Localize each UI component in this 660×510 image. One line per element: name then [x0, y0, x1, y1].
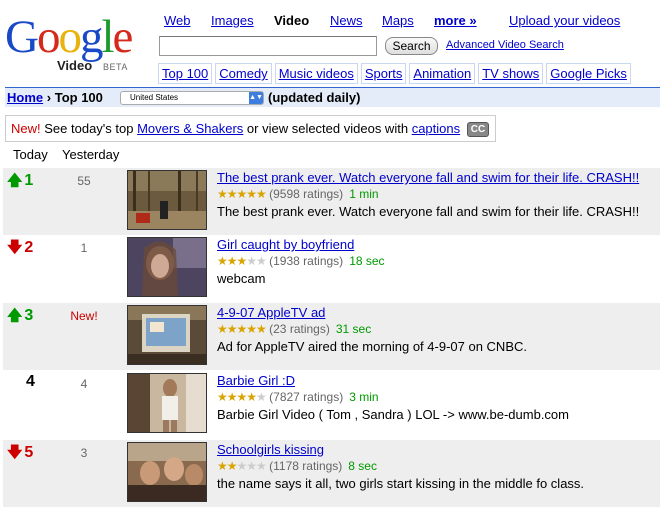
video-info: The best prank ever. Watch everyone fall… — [217, 170, 657, 219]
rating-stars-icon: ★★★★★ — [217, 322, 267, 336]
nav-images[interactable]: Images — [211, 13, 254, 28]
video-duration: 18 sec — [349, 254, 385, 268]
nav-web[interactable]: Web — [164, 13, 191, 28]
ratings-count: (7827 ratings) — [269, 390, 344, 404]
video-thumbnail[interactable] — [127, 305, 207, 365]
rank-yesterday: 3 — [80, 446, 88, 460]
tab-animation[interactable]: Animation — [409, 63, 476, 84]
video-title-link[interactable]: Schoolgirls kissing — [217, 442, 657, 459]
breadcrumb-home[interactable]: Home — [7, 90, 43, 105]
video-info: Girl caught by boyfriend ★★★★★ (1938 rat… — [217, 237, 657, 286]
chevron-updown-icon: ▲▼ — [249, 92, 263, 104]
video-description: Barbie Girl Video ( Tom , Sandra ) LOL -… — [217, 407, 569, 422]
video-row: 🡇 5 3 Schoolgirls kissing ★★★★★ (1178 rat… — [3, 440, 660, 507]
rank-today: 🡇 2 — [7, 239, 34, 256]
video-description: the name says it all, two girls start ki… — [217, 476, 585, 491]
nav-news[interactable]: News — [330, 13, 363, 28]
ratings-count: (1938 ratings) — [269, 254, 344, 268]
breadcrumb-separator: › — [46, 90, 52, 105]
google-video-logo[interactable]: Google Video BETA — [5, 14, 155, 80]
movers-shakers-link[interactable]: Movers & Shakers — [137, 121, 243, 136]
rating-stars-icon: ★★★★★ — [217, 187, 267, 201]
rank-today: 4 — [26, 373, 35, 390]
video-description: The best prank ever. Watch everyone fall… — [217, 204, 640, 219]
video-title-link[interactable]: Barbie Girl :D — [217, 373, 657, 390]
tab-tv-shows[interactable]: TV shows — [478, 63, 544, 84]
nav-more[interactable]: more » — [434, 13, 477, 28]
video-thumbnail[interactable] — [127, 373, 207, 433]
video-thumbnail[interactable] — [127, 237, 207, 297]
nav-maps[interactable]: Maps — [382, 13, 414, 28]
video-row: 🡇 2 1 Girl caught by boyfriend ★★★★★ (193… — [3, 235, 660, 302]
video-description: webcam — [217, 271, 266, 286]
video-title-link[interactable]: Girl caught by boyfriend — [217, 237, 657, 254]
movers-notice: New! See today's top Movers & Shakers or… — [5, 115, 496, 142]
new-label: New! — [11, 121, 41, 136]
tab-sports[interactable]: Sports — [360, 63, 407, 84]
video-duration: 1 min — [349, 187, 379, 201]
arrow-down-icon: 🡇 — [7, 444, 23, 461]
rank-today: 🡅 1 — [7, 172, 34, 189]
video-meta: ★★★★★ (7827 ratings) 3 min — [217, 390, 657, 406]
tab-music-videos[interactable]: Music videos — [274, 63, 358, 84]
rank-yesterday: New! — [70, 309, 98, 323]
ratings-count: (9598 ratings) — [269, 187, 344, 201]
advanced-search-link[interactable]: Advanced Video Search — [446, 39, 564, 51]
rank-today: 🡇 5 — [7, 444, 34, 461]
logo-video-label: Video — [57, 58, 93, 73]
video-row: 🡅 3 New! 4-9-07 AppleTV ad ★★★★★ (23 rati… — [3, 303, 660, 370]
video-duration: 8 sec — [348, 459, 377, 473]
category-tabs: Top 100 Comedy Music videos Sports Anima… — [158, 63, 634, 84]
arrow-up-icon: 🡅 — [7, 172, 23, 189]
video-row: 🡅 1 55 The best prank ever. Watch everyon… — [3, 168, 660, 235]
video-title-link[interactable]: The best prank ever. Watch everyone fall… — [217, 170, 657, 187]
region-select[interactable]: United States ▲▼ — [120, 91, 264, 105]
arrow-up-icon: 🡅 — [7, 307, 23, 324]
notice-text-1: See today's top — [44, 121, 134, 136]
ratings-count: (23 ratings) — [269, 322, 330, 336]
google-wordmark: Google — [5, 11, 133, 63]
notice-text-2: or view selected videos with — [246, 121, 409, 136]
tab-google-picks[interactable]: Google Picks — [546, 63, 631, 84]
rating-stars-icon: ★★★★★ — [217, 459, 267, 473]
arrow-down-icon: 🡇 — [7, 239, 23, 256]
video-info: 4-9-07 AppleTV ad ★★★★★ (23 ratings) 31 s… — [217, 305, 657, 354]
rank-yesterday: 4 — [80, 377, 88, 391]
video-thumbnail[interactable] — [127, 442, 207, 502]
rating-stars-icon: ★★★★★ — [217, 390, 267, 404]
video-description: Ad for AppleTV aired the morning of 4-9-… — [217, 339, 527, 354]
rank-yesterday: 55 — [77, 174, 91, 188]
video-thumbnail[interactable] — [127, 170, 207, 230]
video-duration: 31 sec — [335, 322, 372, 336]
search-input[interactable] — [159, 36, 377, 56]
video-meta: ★★★★★ (1178 ratings) 8 sec — [217, 459, 657, 475]
rank-today: 🡅 3 — [7, 307, 34, 324]
tab-top-100[interactable]: Top 100 — [158, 63, 213, 84]
rating-stars-icon: ★★★★★ — [217, 254, 267, 268]
video-row: 4 4 Barbie Girl :D ★★★★★ (7827 ratings) 3… — [3, 371, 660, 438]
search-button[interactable]: Search — [385, 37, 438, 55]
upload-videos-link[interactable]: Upload your videos — [509, 13, 620, 28]
column-today: Today — [13, 147, 48, 162]
video-info: Schoolgirls kissing ★★★★★ (1178 ratings)… — [217, 442, 657, 491]
video-meta: ★★★★★ (1938 ratings) 18 sec — [217, 254, 657, 270]
updated-daily-label: (updated daily) — [268, 90, 361, 105]
breadcrumb: Home › Top 100 United States ▲▼ (updated… — [5, 87, 660, 107]
video-meta: ★★★★★ (23 ratings) 31 sec — [217, 322, 657, 338]
region-select-value: United States — [130, 93, 179, 102]
video-title-link[interactable]: 4-9-07 AppleTV ad — [217, 305, 657, 322]
column-yesterday: Yesterday — [62, 147, 120, 162]
rank-yesterday: 1 — [80, 241, 88, 255]
video-info: Barbie Girl :D ★★★★★ (7827 ratings) 3 min… — [217, 373, 657, 422]
video-meta: ★★★★★ (9598 ratings) 1 min — [217, 187, 657, 203]
cc-icon[interactable]: CC — [466, 122, 490, 137]
captions-link[interactable]: captions — [412, 121, 460, 136]
logo-beta-label: BETA — [103, 62, 128, 72]
video-duration: 3 min — [349, 390, 379, 404]
ratings-count: (1178 ratings) — [269, 459, 343, 473]
breadcrumb-current: Top 100 — [54, 90, 103, 105]
nav-video: Video — [274, 13, 310, 28]
tab-comedy[interactable]: Comedy — [215, 63, 272, 84]
